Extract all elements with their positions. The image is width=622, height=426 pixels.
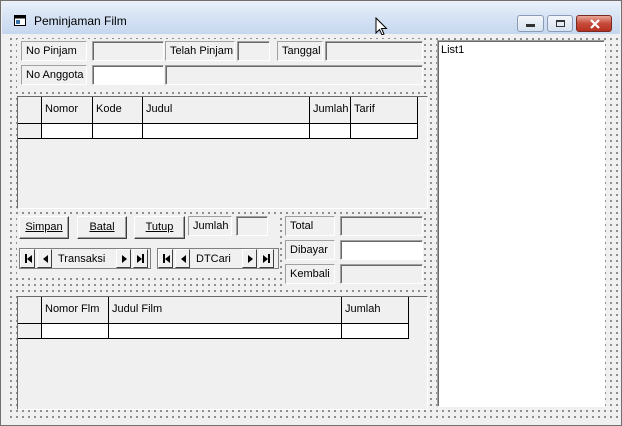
window-form-icon	[14, 15, 26, 26]
mouse-pointer-icon	[375, 16, 389, 37]
kembali-label: Kembali	[285, 264, 335, 284]
left-arrow-icon	[27, 255, 32, 263]
column-header[interactable]: Judul Film	[109, 297, 342, 324]
column-header[interactable]: Nomor Flm	[42, 297, 109, 324]
move-next-button[interactable]	[242, 249, 257, 268]
actions-panel: Simpan Batal Tutup Jumlah Transaksi DTCa…	[17, 214, 279, 274]
next-icon	[248, 255, 253, 263]
no-anggota-label: No Anggota	[21, 65, 87, 85]
grid-cell[interactable]	[42, 124, 93, 139]
column-header[interactable]: Nomor	[42, 97, 93, 124]
row-header-cell[interactable]	[18, 124, 42, 139]
batal-button[interactable]: Batal	[77, 216, 127, 239]
simpan-button[interactable]: Simpan	[19, 216, 69, 239]
tutup-button[interactable]: Tutup	[134, 216, 185, 239]
previous-icon	[43, 255, 48, 263]
transaksi-caption: Transaksi	[58, 253, 106, 265]
grid-cell[interactable]	[93, 124, 143, 139]
no-pinjam-field[interactable]	[92, 41, 164, 61]
list-item[interactable]: List1	[441, 44, 464, 56]
window-title: Peminjaman Film	[34, 14, 127, 28]
dtcari-data-control[interactable]: DTCari	[157, 248, 279, 269]
column-header[interactable]: Judul	[143, 97, 310, 124]
move-last-button[interactable]	[259, 249, 274, 268]
minimize-icon	[526, 24, 535, 27]
move-first-button[interactable]	[20, 249, 35, 268]
column-header[interactable]: Tarif	[351, 97, 418, 124]
grid-cell[interactable]	[109, 324, 342, 339]
film-search-grid[interactable]: Nomor Flm Judul Film Jumlah	[17, 296, 428, 410]
last-icon	[142, 254, 144, 263]
grid-corner-cell	[18, 97, 42, 124]
total-field[interactable]	[340, 216, 423, 236]
grid-cell[interactable]	[310, 124, 351, 139]
column-header[interactable]: Jumlah	[310, 97, 351, 124]
grid-cell[interactable]	[143, 124, 310, 139]
form-client-area: No Pinjam Telah Pinjam Tanggal No Anggot…	[7, 35, 619, 420]
move-last-button[interactable]	[133, 249, 148, 268]
kembali-field[interactable]	[340, 264, 423, 284]
column-header[interactable]: Kode	[93, 97, 143, 124]
move-next-button[interactable]	[116, 249, 131, 268]
maximize-icon	[556, 20, 565, 27]
row-header-cell[interactable]	[18, 324, 42, 339]
jumlah-field[interactable]	[236, 216, 268, 236]
title-bar[interactable]: Peminjaman Film	[2, 2, 620, 37]
previous-icon	[181, 255, 186, 263]
maximize-button[interactable]	[547, 15, 573, 32]
telah-pinjam-label: Telah Pinjam	[165, 41, 235, 61]
grid-corner-cell	[18, 297, 42, 324]
anggota-name-field[interactable]	[165, 65, 423, 85]
left-arrow-icon	[165, 255, 170, 263]
total-label: Total	[285, 216, 335, 236]
close-icon	[589, 17, 601, 31]
dibayar-label: Dibayar	[285, 240, 335, 260]
telah-pinjam-field[interactable]	[237, 41, 270, 61]
minimize-button[interactable]	[517, 15, 544, 32]
transaksi-data-control[interactable]: Transaksi	[19, 248, 151, 269]
tanggal-field[interactable]	[325, 41, 423, 61]
grid-cell[interactable]	[42, 324, 109, 339]
dibayar-input[interactable]	[340, 240, 423, 260]
app-window: Peminjaman Film No Pinjam Telah Pinjam T…	[0, 0, 622, 426]
jumlah-label: Jumlah	[188, 216, 232, 236]
tanggal-label: Tanggal	[277, 41, 323, 61]
list-box[interactable]: List1	[437, 40, 605, 407]
grid-cell[interactable]	[351, 124, 418, 139]
next-icon	[122, 255, 127, 263]
totals-panel: Total Dibayar Kembali	[283, 214, 423, 288]
column-header[interactable]: Jumlah	[342, 297, 409, 324]
move-previous-button[interactable]	[175, 249, 190, 268]
no-pinjam-label: No Pinjam	[21, 41, 87, 61]
last-icon	[268, 254, 270, 263]
header-panel: No Pinjam Telah Pinjam Tanggal No Anggot…	[17, 39, 423, 89]
grid-cell[interactable]	[342, 324, 409, 339]
move-first-button[interactable]	[158, 249, 173, 268]
rental-detail-grid[interactable]: Nomor Kode Judul Jumlah Tarif	[17, 96, 428, 209]
move-previous-button[interactable]	[37, 249, 52, 268]
dtcari-caption: DTCari	[196, 253, 231, 265]
close-button[interactable]	[576, 15, 612, 32]
no-anggota-input[interactable]	[92, 65, 164, 85]
